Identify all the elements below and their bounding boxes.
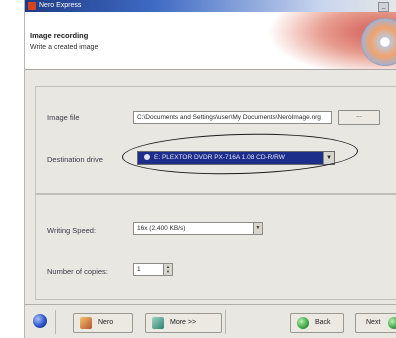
back-button[interactable]: Back [290,313,344,333]
nero-button[interactable]: Nero [73,313,133,333]
writing-speed-dropdown[interactable]: 16x (2,400 KB/s) ▼ [133,222,263,235]
image-file-label: Image file [47,113,80,122]
writing-speed-label: Writing Speed: [47,226,97,235]
title-bar: Nero Express _ [25,0,396,12]
footer-separator [225,310,226,334]
copies-stepper[interactable]: 1 ▲ ▼ [133,263,173,276]
number-of-copies-label: Number of copies: [47,267,108,276]
back-arrow-icon [297,317,309,329]
back-button-label: Back [315,319,331,326]
nero-icon [80,317,92,329]
footer-separator [55,310,56,334]
more-button[interactable]: More >> [145,313,222,333]
stepper-arrows-icon[interactable]: ▲ ▼ [163,264,172,275]
minimize-button[interactable]: _ [378,2,389,12]
window-title: Nero Express [39,2,82,9]
destination-drive-label: Destination drive [47,155,103,164]
help-icon[interactable] [33,314,47,328]
write-settings-panel [35,194,396,300]
app-icon [28,2,36,10]
browse-button[interactable]: ... [338,110,380,125]
image-file-path-field[interactable]: C:\Documents and Settings\user\My Docume… [133,111,332,124]
chevron-down-icon[interactable]: ▼ [253,223,262,234]
more-button-label: More >> [170,319,197,326]
more-icon [152,317,164,329]
nero-button-label: Nero [98,319,114,326]
copies-value: 1 [137,266,141,273]
next-button[interactable]: Next [355,313,396,333]
next-button-label: Next [366,319,381,326]
next-arrow-icon [388,317,396,329]
writing-speed-value: 16x (2,400 KB/s) [137,225,186,232]
wizard-header: Image recording Write a created image [25,12,396,70]
page-subtitle: Write a created image [30,44,99,51]
nero-express-window: Nero Express _ Image recording Write a c… [24,0,396,338]
footer-divider [25,304,396,305]
page-title: Image recording [30,31,89,40]
header-divider [25,69,396,70]
